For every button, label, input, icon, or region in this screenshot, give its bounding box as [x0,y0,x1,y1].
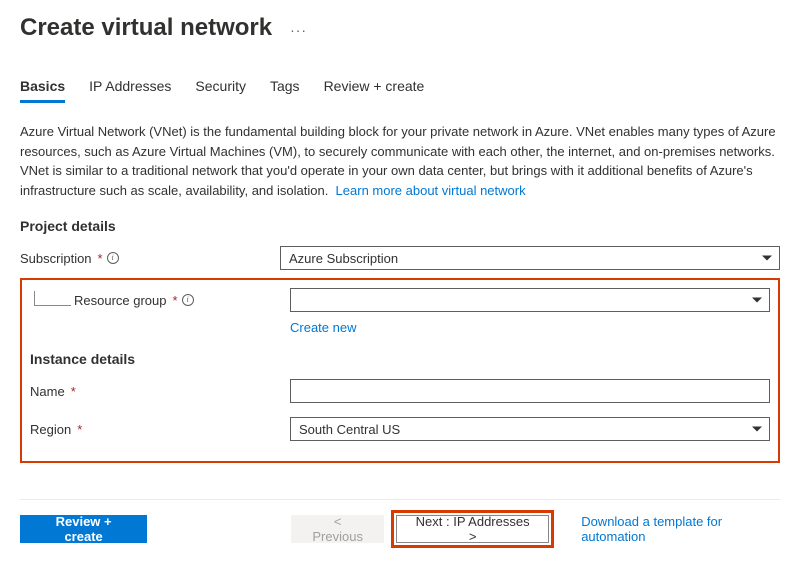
subscription-select[interactable]: Azure Subscription [280,246,780,270]
tab-tags[interactable]: Tags [270,72,300,103]
region-label: Region [30,422,71,437]
tab-security[interactable]: Security [195,72,246,103]
region-select[interactable]: South Central US [290,417,770,441]
resource-group-label: Resource group [74,293,167,308]
subscription-label: Subscription [20,251,92,266]
tab-review-create[interactable]: Review + create [324,72,425,103]
info-icon[interactable]: i [182,294,194,306]
download-template-link[interactable]: Download a template for automation [581,514,780,544]
required-indicator: * [71,384,76,399]
description-text: Azure Virtual Network (VNet) is the fund… [20,122,780,200]
info-icon[interactable]: i [107,252,119,264]
tab-basics[interactable]: Basics [20,72,65,103]
create-new-link[interactable]: Create new [290,320,356,335]
required-indicator: * [98,251,103,266]
name-label: Name [30,384,65,399]
page-title: Create virtual network [20,14,272,42]
required-indicator: * [173,293,178,308]
resource-group-select[interactable] [290,288,770,312]
learn-more-link[interactable]: Learn more about virtual network [336,183,526,198]
project-details-heading: Project details [20,218,780,234]
more-icon[interactable]: ··· [290,22,307,38]
tab-bar: Basics IP Addresses Security Tags Review… [20,72,780,104]
required-indicator: * [77,422,82,437]
highlight-annotation: Resource group * i Create new Instance d… [20,278,780,463]
instance-details-heading: Instance details [30,351,770,367]
tab-ip-addresses[interactable]: IP Addresses [89,72,171,103]
name-input[interactable] [290,379,770,403]
